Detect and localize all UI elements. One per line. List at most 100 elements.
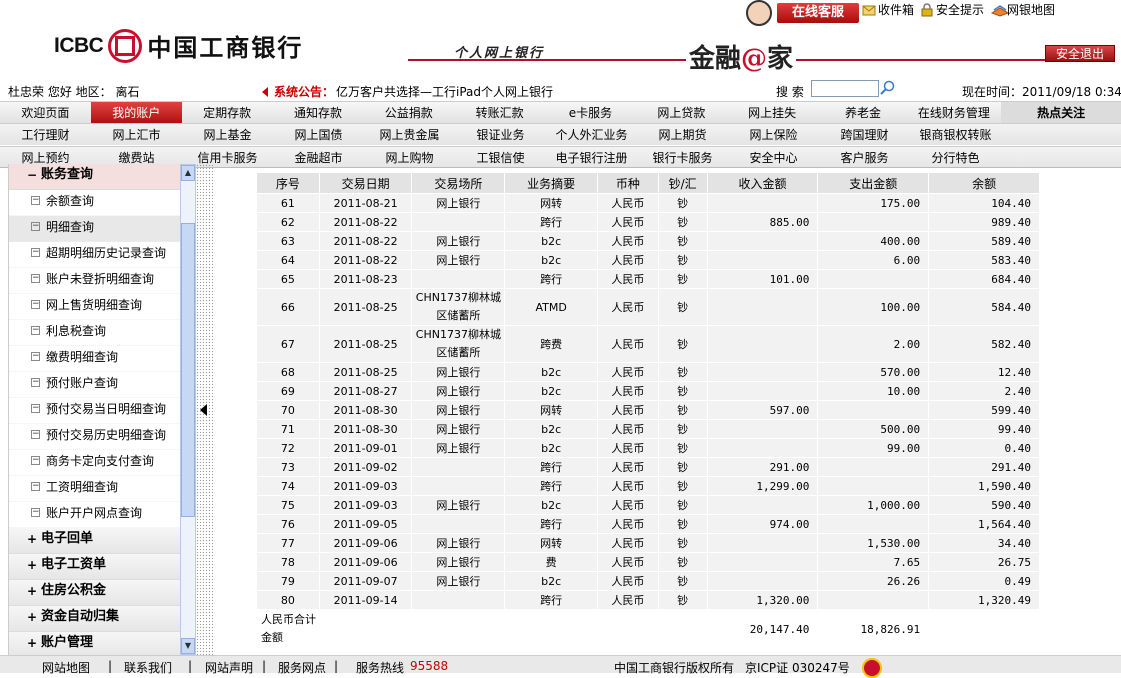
nav-securities[interactable]: 银证业务 [455,124,546,145]
table-row: 73 2011-09-02 跨行 人民币钞 291.00 291.40 [257,458,1039,476]
sidebar-item-branch[interactable]: − 账户开户网点查询 [9,502,180,528]
cell-place: CHN1737柳林城区储蓄所 [412,289,505,325]
cell-place: 网上银行 [412,534,505,552]
system-announcement[interactable]: 系统公告： 亿万客户共选择—工行iPad个人网上银行 [262,83,553,100]
cell-cash-remit: 钞 [658,382,707,400]
collapse-arrow-icon[interactable] [200,404,207,416]
nav-online-loan[interactable]: 网上贷款 [636,102,727,123]
sidebar-item-prepaid[interactable]: − 预付账户查询 [9,372,180,398]
nav-donation[interactable]: 公益捐款 [363,102,454,123]
sidebar-item-sales[interactable]: − 网上售货明细查询 [9,294,180,320]
security-tips-link[interactable]: 安全提示 [920,1,984,18]
sidebar-item-salary[interactable]: − 工资明细查询 [9,476,180,502]
sidebar-item-business-card[interactable]: − 商务卡定向支付查询 [9,450,180,476]
sidebar-item-label: 利息税查询 [46,324,107,338]
scroll-thumb[interactable] [181,223,195,517]
search-icon[interactable] [879,80,895,96]
cell-date: 2011-09-02 [319,458,412,476]
nav-insurance[interactable]: 网上保险 [728,124,819,145]
site-map-link[interactable]: 网银地图 [990,1,1055,18]
sidebar-item-interest-tax[interactable]: − 利息税查询 [9,320,180,346]
nav-funds[interactable]: 网上基金 [182,124,273,145]
nav-finance-mgmt[interactable]: 在线财务管理 [908,102,999,123]
footer-site-map[interactable]: 网站地图 [42,659,90,676]
sidebar-item-payments[interactable]: − 缴费明细查询 [9,346,180,372]
sidebar-item-history[interactable]: − 超期明细历史记录查询 [9,242,180,268]
sidebar-item-details[interactable]: − 明细查询 [9,216,180,242]
cell-balance: 104.40 [929,194,1039,212]
current-time: 现在时间：2011/09/18 0:34:2 [962,85,1121,99]
cell-seq: 67 [257,326,319,362]
table-row: 79 2011-09-07 网上银行 b2c 人民币钞 26.26 0.49 [257,572,1039,590]
sidebar-item-label: 预付交易当日明细查询 [46,402,167,416]
search-input[interactable] [811,80,879,97]
nav-my-account[interactable]: 我的账户 [90,102,182,123]
header: ICBC 中国工商银行 个人网上银行 金融@家 在线客服 收件箱 安全提示 网银… [0,0,1121,80]
nav-fixed-deposit[interactable]: 定期存款 [182,102,273,123]
nav-welcome[interactable]: 欢迎页面 [0,102,91,123]
sidebar-toggle-bar[interactable] [196,164,213,655]
cell-seq: 69 [257,382,319,400]
nav-bonds[interactable]: 网上国债 [273,124,364,145]
nav-security-center[interactable]: 安全中心 [728,147,819,167]
cell-date: 2011-08-25 [319,363,412,381]
sidebar-group-fund-pooling[interactable]: + 资金自动归集 [9,606,180,632]
col-currency: 币种 [597,173,658,193]
nav-forex[interactable]: 网上汇市 [91,124,182,145]
nav-transfer[interactable]: 转账汇款 [454,102,545,123]
footer-statement[interactable]: 网站声明 [205,659,253,676]
cell-currency: 人民币 [597,251,658,269]
sidebar-group-receipt[interactable]: + 电子回单 [9,528,180,554]
nav-report-loss[interactable]: 网上挂失 [727,102,818,123]
expand-icon: + [27,532,38,546]
nav-messenger[interactable]: 工银信使 [455,147,546,167]
sidebar-item-balance[interactable]: − 余额查询 [9,190,180,216]
sidebar-item-unposted[interactable]: − 账户未登折明细查询 [9,268,180,294]
inbox-link[interactable]: 收件箱 [862,1,914,18]
cell-cash-remit: 钞 [658,439,707,457]
nav-futures[interactable]: 网上期货 [637,124,728,145]
logout-button[interactable]: 安全退出 [1045,45,1115,62]
nav-wealth[interactable]: 工行理财 [0,124,91,145]
cell-summary: 跨行 [505,515,597,533]
sidebar-group-account-query[interactable]: − 账务查询 [9,164,180,190]
cell-summary: 跨行 [505,270,597,288]
nav-branch-features[interactable]: 分行特色 [910,147,1001,167]
scroll-down-icon[interactable]: ▼ [181,638,195,654]
cell-place [412,515,505,533]
footer-sep: | [262,659,267,673]
nav-finance-market[interactable]: 金融超市 [273,147,364,167]
nav-shopping[interactable]: 网上购物 [364,147,455,167]
icbc-logo[interactable]: ICBC 中国工商银行 [54,28,303,63]
sidebar-group-housing-fund[interactable]: + 住房公积金 [9,580,180,606]
cell-date: 2011-09-06 [319,553,412,571]
sidebar-item-prepaid-history[interactable]: − 预付交易历史明细查询 [9,424,180,450]
cell-place: 网上银行 [412,572,505,590]
cell-date: 2011-08-30 [319,420,412,438]
nav-card-service[interactable]: 银行卡服务 [637,147,728,167]
scroll-up-icon[interactable]: ▲ [181,165,195,181]
sidebar-item-label: 网上售货明细查询 [46,298,143,312]
cell-expense: 26.26 [818,572,929,590]
nav-precious-metals[interactable]: 网上贵金属 [364,124,455,145]
sidebar-group-payslip[interactable]: + 电子工资单 [9,554,180,580]
sidebar-group-label: 账户管理 [41,635,94,650]
nav-notice-deposit[interactable]: 通知存款 [273,102,364,123]
nav-bank-merchant[interactable]: 银商银权转账 [910,124,1001,145]
announcement-text[interactable]: 亿万客户共选择—工行iPad个人网上银行 [336,83,553,100]
sidebar-item-prepaid-today[interactable]: − 预付交易当日明细查询 [9,398,180,424]
nav-cross-border[interactable]: 跨国理财 [819,124,910,145]
nav-ebank-register[interactable]: 电子银行注册 [546,147,637,167]
cell-cash-remit: 钞 [658,496,707,514]
footer-contact[interactable]: 联系我们 [124,659,172,676]
nav-customer-service[interactable]: 客户服务 [819,147,910,167]
cell-seq: 66 [257,289,319,325]
sidebar-scrollbar[interactable]: ▲ ▼ [180,164,196,655]
footer-outlets[interactable]: 服务网点 [278,659,326,676]
cell-expense: 175.00 [818,194,929,212]
nav-pension[interactable]: 养老金 [818,102,909,123]
nav-ecard[interactable]: e卡服务 [545,102,636,123]
nav-personal-forex[interactable]: 个人外汇业务 [546,124,637,145]
cell-expense: 100.00 [818,289,929,325]
online-service-button[interactable]: 在线客服 [777,3,859,23]
